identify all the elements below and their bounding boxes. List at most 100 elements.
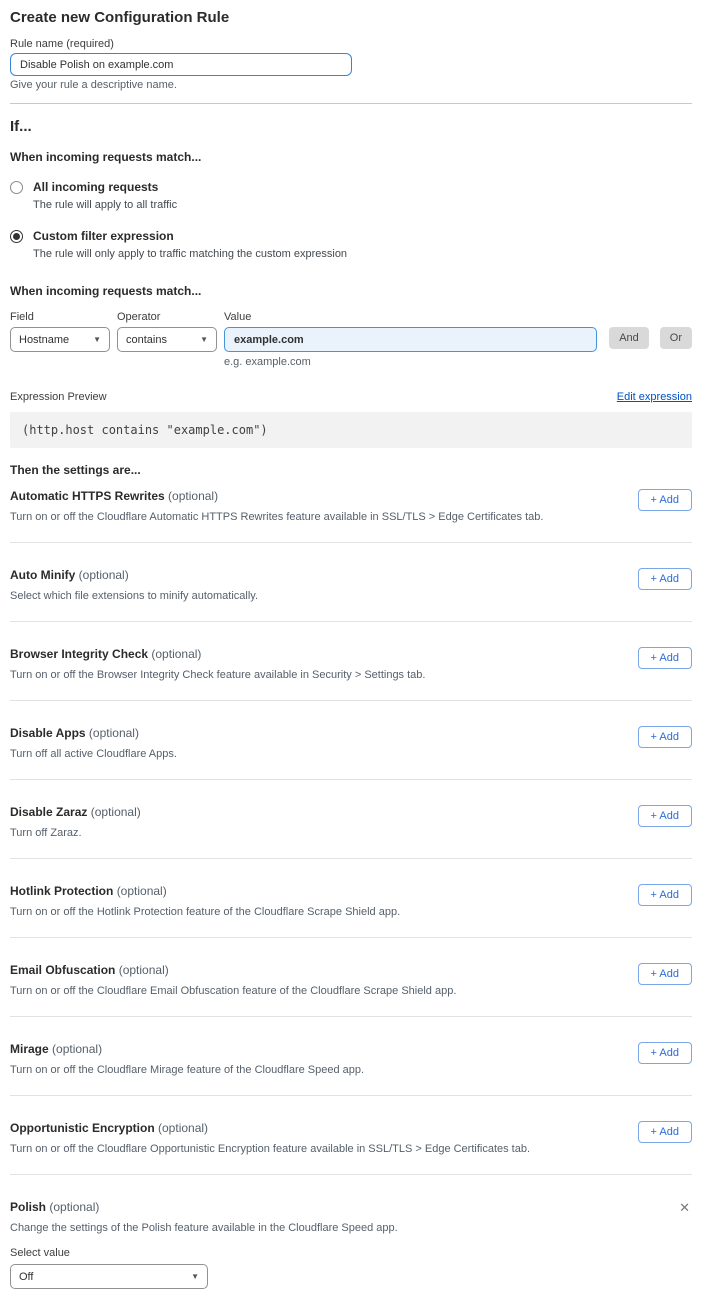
setting-description: Turn on or off the Hotlink Protection fe… [10, 905, 400, 919]
add-button[interactable]: + Add [638, 1042, 692, 1064]
setting-description: Turn on or off the Cloudflare Opportunis… [10, 1142, 530, 1156]
expression-preview-label: Expression Preview [10, 391, 107, 403]
value-label: Value [224, 310, 597, 324]
page-title: Create new Configuration Rule [10, 8, 692, 28]
setting-description: Select which file extensions to minify a… [10, 589, 258, 603]
setting-item: Email Obfuscation (optional) Turn on or … [10, 938, 692, 1016]
radio-option-label: All incoming requests [33, 180, 177, 195]
polish-select-value: Off [19, 1271, 187, 1283]
chevron-down-icon: ▼ [191, 1272, 199, 1281]
close-icon[interactable]: ✕ [677, 1200, 692, 1215]
value-input[interactable] [224, 327, 597, 352]
expression-builder-heading: When incoming requests match... [10, 284, 692, 299]
operator-select-value: contains [126, 334, 196, 346]
setting-optional-label: (optional) [117, 884, 167, 898]
setting-optional-label: (optional) [151, 647, 201, 661]
setting-title: Automatic HTTPS Rewrites (optional) [10, 489, 543, 504]
section-divider [10, 103, 692, 104]
setting-title: Disable Zaraz (optional) [10, 805, 141, 820]
select-value-label: Select value [10, 1246, 692, 1260]
setting-description: Turn on or off the Cloudflare Email Obfu… [10, 984, 456, 998]
setting-description: Change the settings of the Polish featur… [10, 1221, 692, 1235]
setting-title: Mirage (optional) [10, 1042, 364, 1057]
request-match-radio-group: All incoming requests The rule will appl… [10, 180, 692, 261]
setting-item: Automatic HTTPS Rewrites (optional) Turn… [10, 478, 692, 542]
andor-button-group: And Or [609, 310, 692, 349]
setting-title: Browser Integrity Check (optional) [10, 647, 425, 662]
setting-optional-label: (optional) [79, 568, 129, 582]
setting-optional-label: (optional) [168, 489, 218, 503]
value-helper: e.g. example.com [224, 355, 597, 369]
radio-option-label: Custom filter expression [33, 229, 347, 244]
match-heading: When incoming requests match... [10, 150, 692, 165]
setting-name: Browser Integrity Check [10, 647, 148, 661]
radio-option-description: The rule will only apply to traffic matc… [33, 247, 347, 261]
setting-optional-label: (optional) [158, 1121, 208, 1135]
setting-description: Turn on or off the Cloudflare Mirage fea… [10, 1063, 364, 1077]
setting-item: Mirage (optional) Turn on or off the Clo… [10, 1017, 692, 1095]
setting-title: Polish (optional) [10, 1200, 99, 1215]
edit-expression-link[interactable]: Edit expression [617, 391, 692, 403]
setting-name: Opportunistic Encryption [10, 1121, 155, 1135]
setting-item: Hotlink Protection (optional) Turn on or… [10, 859, 692, 937]
add-button[interactable]: + Add [638, 1121, 692, 1143]
setting-item: Auto Minify (optional) Select which file… [10, 543, 692, 621]
setting-item: Disable Apps (optional) Turn off all act… [10, 701, 692, 779]
setting-description: Turn on or off the Browser Integrity Che… [10, 668, 425, 682]
expression-preview-code: (http.host contains "example.com") [10, 412, 692, 448]
setting-name: Mirage [10, 1042, 49, 1056]
add-button[interactable]: + Add [638, 805, 692, 827]
setting-title: Email Obfuscation (optional) [10, 963, 456, 978]
setting-title: Auto Minify (optional) [10, 568, 258, 583]
setting-description: Turn off Zaraz. [10, 826, 141, 840]
radio-button-icon[interactable] [10, 230, 23, 243]
setting-description: Turn on or off the Cloudflare Automatic … [10, 510, 543, 524]
setting-item: Disable Zaraz (optional) Turn off Zaraz.… [10, 780, 692, 858]
rule-name-label: Rule name (required) [10, 37, 692, 51]
radio-option-all-incoming-requests[interactable]: All incoming requests The rule will appl… [10, 180, 692, 212]
setting-name: Email Obfuscation [10, 963, 115, 977]
setting-name: Auto Minify [10, 568, 75, 582]
create-configuration-rule-form: Create new Configuration Rule Rule name … [0, 0, 705, 1289]
chevron-down-icon: ▼ [93, 335, 101, 344]
setting-name: Disable Zaraz [10, 805, 87, 819]
polish-value-select[interactable]: Off ▼ [10, 1264, 208, 1289]
radio-button-icon[interactable] [10, 181, 23, 194]
or-button[interactable]: Or [660, 327, 692, 349]
expression-builder-row: Field Hostname ▼ Operator contains ▼ Val… [10, 310, 692, 369]
setting-item: Opportunistic Encryption (optional) Turn… [10, 1096, 692, 1174]
add-button[interactable]: + Add [638, 647, 692, 669]
rule-name-input[interactable] [10, 53, 352, 76]
add-button[interactable]: + Add [638, 884, 692, 906]
expression-preview-header: Expression Preview Edit expression [10, 391, 692, 403]
and-button[interactable]: And [609, 327, 649, 349]
radio-option-custom-filter-expression[interactable]: Custom filter expression The rule will o… [10, 229, 692, 261]
setting-optional-label: (optional) [91, 805, 141, 819]
field-label: Field [10, 310, 110, 324]
setting-title: Disable Apps (optional) [10, 726, 177, 741]
settings-list: Automatic HTTPS Rewrites (optional) Turn… [10, 478, 692, 1175]
add-button[interactable]: + Add [638, 568, 692, 590]
add-button[interactable]: + Add [638, 963, 692, 985]
setting-name: Disable Apps [10, 726, 86, 740]
add-button[interactable]: + Add [638, 726, 692, 748]
setting-title: Opportunistic Encryption (optional) [10, 1121, 530, 1136]
field-select-value: Hostname [19, 334, 89, 346]
operator-label: Operator [117, 310, 217, 324]
add-button[interactable]: + Add [638, 489, 692, 511]
setting-title: Hotlink Protection (optional) [10, 884, 400, 899]
setting-name: Hotlink Protection [10, 884, 113, 898]
field-select[interactable]: Hostname ▼ [10, 327, 110, 352]
setting-description: Turn off all active Cloudflare Apps. [10, 747, 177, 761]
setting-item: Browser Integrity Check (optional) Turn … [10, 622, 692, 700]
setting-optional-label: (optional) [89, 726, 139, 740]
then-settings-heading: Then the settings are... [10, 463, 692, 478]
if-heading: If... [10, 117, 692, 137]
setting-optional-label: (optional) [49, 1200, 99, 1214]
chevron-down-icon: ▼ [200, 335, 208, 344]
setting-optional-label: (optional) [52, 1042, 102, 1056]
rule-name-helper: Give your rule a descriptive name. [10, 78, 692, 92]
radio-option-description: The rule will apply to all traffic [33, 198, 177, 212]
operator-select[interactable]: contains ▼ [117, 327, 217, 352]
setting-optional-label: (optional) [119, 963, 169, 977]
